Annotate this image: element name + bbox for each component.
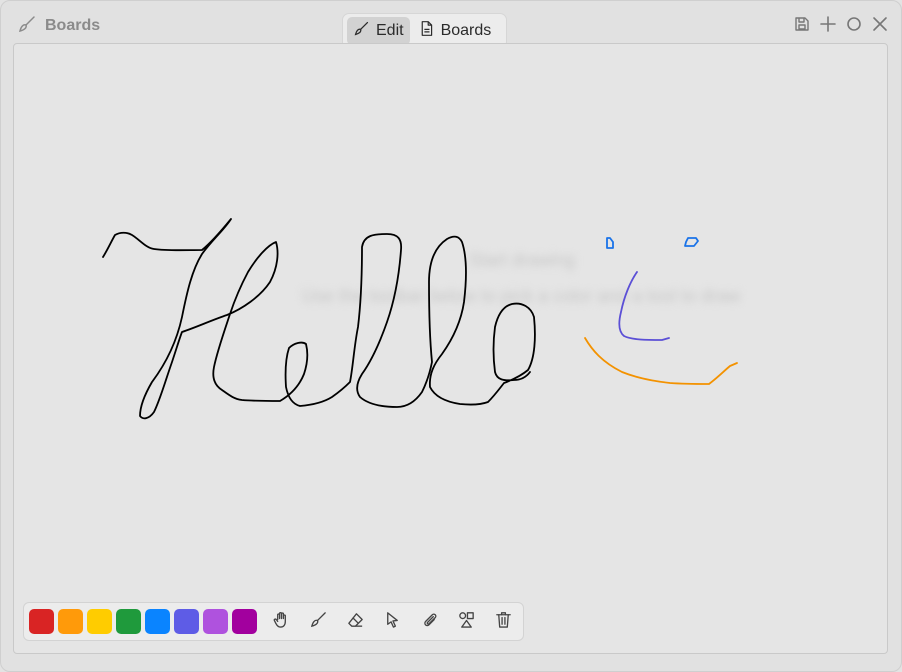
circle-icon[interactable]: [845, 15, 863, 33]
app-window: Boards Edit Boards Start drawing Use the…: [0, 0, 902, 672]
eraser-tool-button[interactable]: [339, 608, 372, 636]
close-icon[interactable]: [871, 15, 889, 33]
nose: [618, 271, 670, 341]
edit-mode-button[interactable]: Edit: [347, 17, 410, 45]
left-eye: [606, 237, 614, 249]
attach-tool-button[interactable]: [413, 608, 446, 636]
eraser-icon: [346, 610, 365, 634]
color-swatch-orange[interactable]: [58, 609, 83, 634]
pointer-icon: [383, 610, 402, 634]
color-swatch-purple[interactable]: [203, 609, 228, 634]
hello-handwriting: [102, 218, 536, 420]
hand-tool-button[interactable]: [265, 608, 298, 636]
color-swatch-magenta[interactable]: [232, 609, 257, 634]
boards-mode-label: Boards: [440, 22, 492, 39]
document-icon: [418, 20, 435, 42]
color-swatch-green[interactable]: [116, 609, 141, 634]
color-swatch-red[interactable]: [29, 609, 54, 634]
drawing-board[interactable]: Start drawing Use the toolbar below to p…: [13, 43, 888, 654]
shapes-icon: [457, 610, 476, 634]
pointer-tool-button[interactable]: [376, 608, 409, 636]
shapes-tool-button[interactable]: [450, 608, 483, 636]
window-controls: [793, 15, 889, 33]
smile: [584, 337, 738, 385]
right-eye: [684, 237, 699, 247]
drawing-toolbar: [23, 602, 524, 641]
window-title-label: Boards: [45, 17, 101, 34]
boards-mode-button[interactable]: Boards: [412, 17, 498, 45]
brush-tool-button[interactable]: [302, 608, 335, 636]
color-swatch-indigo[interactable]: [174, 609, 199, 634]
hand-icon: [272, 610, 291, 634]
edit-mode-label: Edit: [376, 22, 404, 39]
paperclip-icon: [420, 610, 439, 634]
plus-icon[interactable]: [819, 15, 837, 33]
brush-icon: [17, 14, 37, 39]
clear-board-button[interactable]: [487, 608, 520, 636]
trash-icon: [494, 610, 513, 634]
brush-icon: [353, 20, 370, 42]
color-swatch-yellow[interactable]: [87, 609, 112, 634]
save-icon[interactable]: [793, 15, 811, 33]
window-title: Boards: [17, 15, 100, 37]
brush-icon: [309, 610, 328, 634]
color-swatch-blue[interactable]: [145, 609, 170, 634]
